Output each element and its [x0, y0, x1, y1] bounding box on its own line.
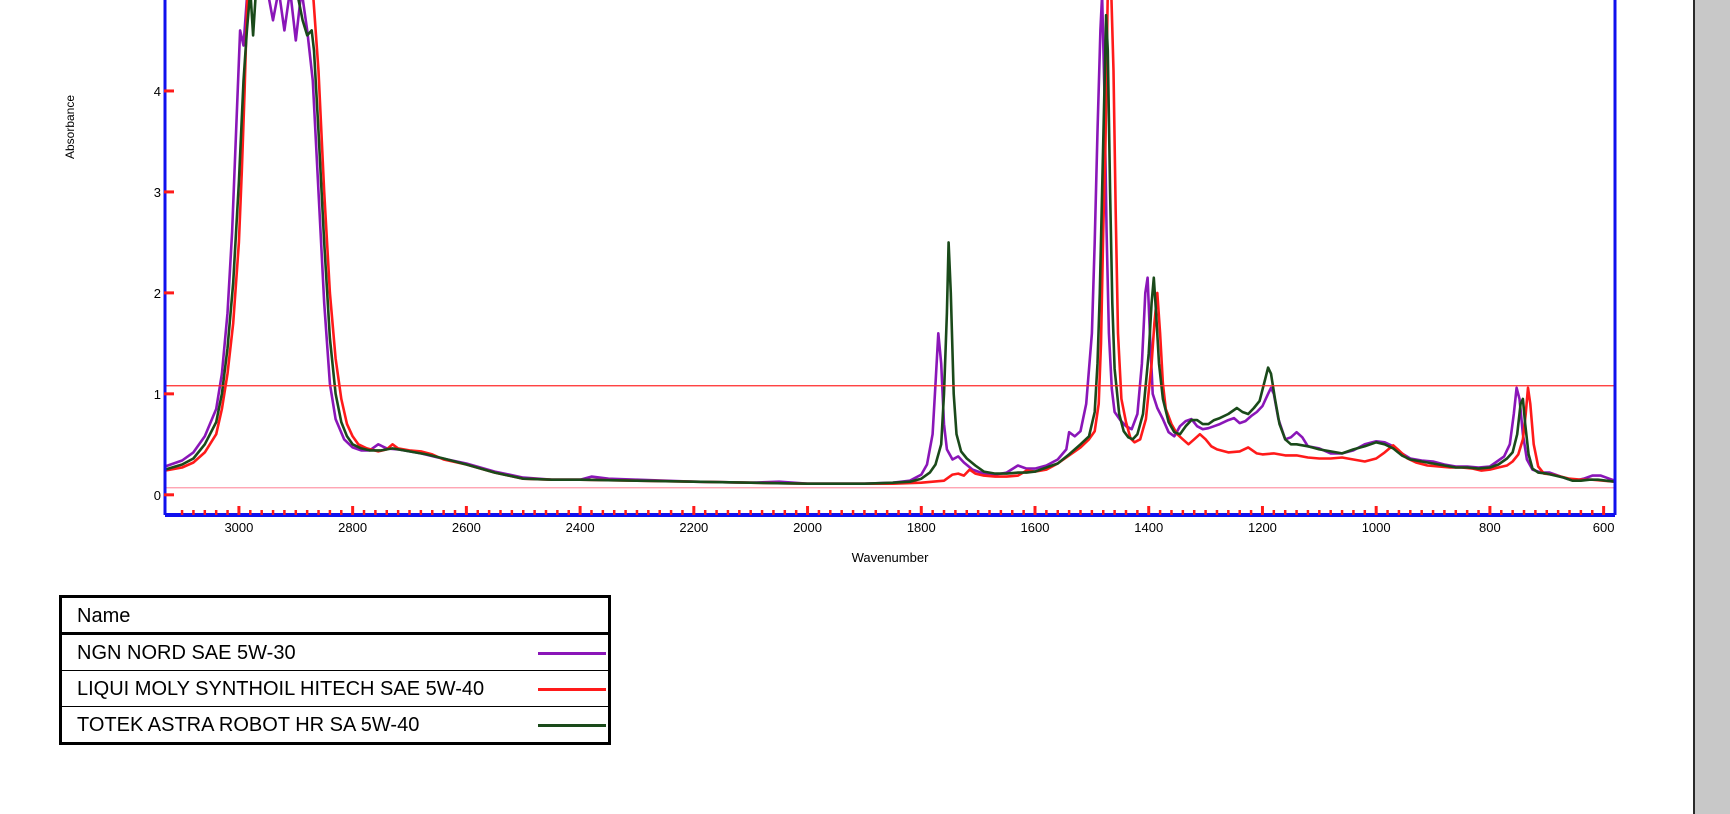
series-lines	[164, 0, 1616, 485]
legend-series-name: LIQUI MOLY SYNTHOIL HITECH SAE 5W-40	[77, 678, 485, 700]
y-tick-label: 2	[154, 286, 161, 301]
x-tick-label: 3000	[224, 520, 253, 535]
x-tick-label: 2200	[679, 520, 708, 535]
legend-row: TOTEK ASTRA ROBOT HR SA 5W-40	[62, 706, 608, 742]
x-tick-label: 2600	[452, 520, 481, 535]
scrollbar-divider	[1693, 0, 1695, 814]
axis-ticks: 3000 2800 2600 2400 2200 2000 1800 1600 1400 1200…	[154, 84, 1615, 535]
series-line-3	[164, 0, 1616, 485]
x-tick-label: 1800	[907, 520, 936, 535]
y-tick-label: 1	[154, 387, 161, 402]
series-line-2	[164, 0, 1616, 485]
y-tick-label: 4	[154, 84, 161, 99]
legend-series-name: NGN NORD SAE 5W-30	[77, 642, 296, 664]
x-axis-label: Wavenumber	[852, 550, 929, 565]
legend-swatch	[538, 688, 606, 691]
x-tick-label: 600	[1593, 520, 1615, 535]
y-axis-label: Absorbance	[63, 95, 77, 159]
reference-lines	[165, 385, 1615, 489]
legend-series-name: TOTEK ASTRA ROBOT HR SA 5W-40	[77, 714, 420, 736]
legend-row: NGN NORD SAE 5W-30	[62, 634, 608, 670]
vertical-scrollbar[interactable]	[1693, 0, 1730, 814]
y-tick-label: 3	[154, 185, 161, 200]
legend-swatch	[538, 652, 606, 655]
x-tick-label: 800	[1479, 520, 1501, 535]
x-tick-label: 1000	[1362, 520, 1391, 535]
x-tick-label: 1200	[1248, 520, 1277, 535]
x-tick-label: 1400	[1134, 520, 1163, 535]
x-tick-label: 2800	[338, 520, 367, 535]
series-line-1	[164, 0, 1616, 485]
x-tick-label: 2400	[566, 520, 595, 535]
plot-frame	[163, 0, 1617, 517]
legend-swatch	[538, 724, 606, 727]
legend-table: Name NGN NORD SAE 5W-30 LIQUI MOLY SYNTH…	[59, 595, 611, 745]
x-tick-label: 1600	[1021, 520, 1050, 535]
legend-header-row: Name	[62, 598, 608, 634]
legend-row: LIQUI MOLY SYNTHOIL HITECH SAE 5W-40	[62, 670, 608, 706]
legend-header-label: Name	[77, 605, 131, 627]
x-tick-label: 2000	[793, 520, 822, 535]
y-tick-label: 0	[154, 488, 161, 503]
